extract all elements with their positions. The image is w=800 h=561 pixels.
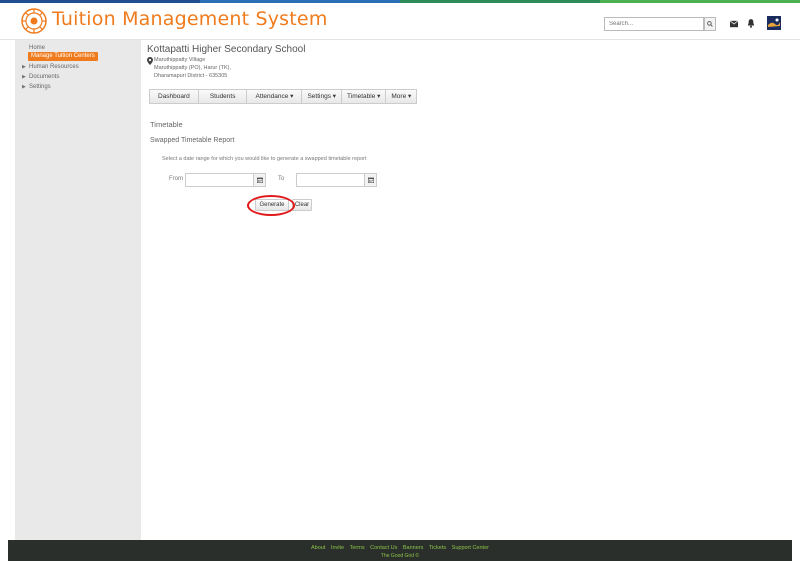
from-label: From [169, 176, 183, 182]
school-name: Kottapatti Higher Secondary School [147, 44, 306, 55]
footer-link-invite[interactable]: Invite [331, 545, 344, 551]
bell-icon[interactable] [747, 19, 755, 28]
app-title: Tuition Management System [52, 8, 328, 30]
tab-dashboard[interactable]: Dashboard [150, 90, 199, 103]
footer-link-terms[interactable]: Terms [350, 545, 365, 551]
footer-link-tickets[interactable]: Tickets [429, 545, 446, 551]
tab-settings[interactable]: Settings ▾ [302, 90, 343, 103]
sidebar-item-home[interactable]: Home [29, 44, 45, 52]
to-date-input[interactable] [296, 173, 366, 187]
main-content: Kottapatti Higher Secondary School Marut… [141, 40, 800, 540]
page-title: Timetable [150, 120, 183, 129]
footer-link-about[interactable]: About [311, 545, 325, 551]
map-pin-icon [147, 57, 153, 65]
highlight-circle [247, 195, 295, 216]
nav-bar: Dashboard Students Attendance ▾ Settings… [149, 89, 418, 104]
sidebar-item-human-resources[interactable]: Human Resources [29, 63, 79, 71]
caret-right-icon: ▶ [22, 84, 26, 90]
header: Tuition Management System [0, 3, 800, 40]
sidebar-item-manage-tuition-centers[interactable]: Manage Tuition Centers [28, 52, 98, 61]
to-label: To [278, 176, 285, 182]
search-input[interactable] [604, 17, 704, 31]
instruction-text: Select a date range for which you would … [162, 156, 367, 162]
footer-copyright: The Good Grid © [380, 553, 420, 559]
sidebar-item-settings[interactable]: Settings [29, 83, 51, 91]
address-line: Maruthippatty (PO), Harur (TK), [154, 65, 232, 71]
footer: About Invite Terms Contact Us Banners Ti… [8, 540, 792, 561]
sidebar-item-documents[interactable]: Documents [29, 73, 59, 81]
caret-right-icon: ▶ [22, 64, 26, 70]
search-button[interactable] [704, 17, 716, 31]
logo-icon [21, 8, 47, 34]
footer-links: About Invite Terms Contact Us Banners Ti… [8, 545, 792, 551]
avatar-image-icon [767, 16, 781, 30]
calendar-icon [256, 177, 263, 183]
caret-right-icon: ▶ [22, 74, 26, 80]
avatar[interactable] [767, 16, 781, 30]
address-line: Maruthippatty Village [154, 57, 206, 63]
clear-button[interactable]: Clear [292, 199, 312, 211]
tab-attendance[interactable]: Attendance ▾ [247, 90, 303, 103]
to-calendar-button[interactable] [364, 173, 377, 187]
tab-more[interactable]: More ▾ [386, 90, 417, 103]
from-calendar-button[interactable] [253, 173, 266, 187]
footer-link-support-center[interactable]: Support Center [452, 545, 489, 551]
sidebar: Home Manage Tuition Centers ▶ Human Reso… [15, 40, 141, 540]
from-date-input[interactable] [185, 173, 255, 187]
tab-students[interactable]: Students [198, 90, 248, 103]
address-line: Dharamapuri District - 635305 [154, 73, 228, 79]
footer-link-banners[interactable]: Banners [403, 545, 424, 551]
report-title: Swapped Timetable Report [150, 137, 235, 144]
footer-link-contact-us[interactable]: Contact Us [370, 545, 397, 551]
calendar-icon [367, 177, 374, 183]
mail-icon[interactable] [730, 20, 738, 28]
search-icon [707, 21, 713, 27]
tab-timetable[interactable]: Timetable ▾ [342, 90, 387, 103]
